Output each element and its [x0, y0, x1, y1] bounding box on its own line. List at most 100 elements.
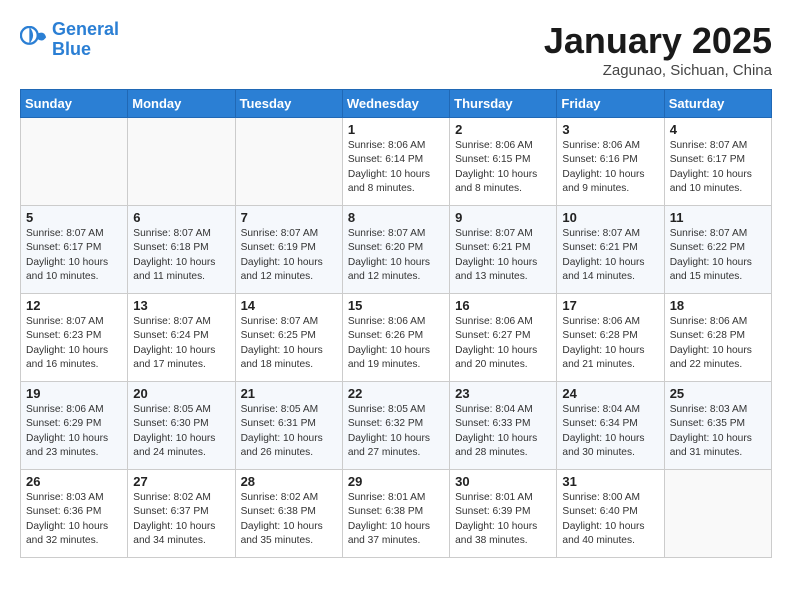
- day-cell-3: 3 Sunrise: 8:06 AM Sunset: 6:16 PM Daylig…: [557, 118, 664, 206]
- day-number: 6: [133, 210, 229, 225]
- day-number: 1: [348, 122, 444, 137]
- day-cell-13: 13Sunrise: 8:07 AM Sunset: 6:24 PM Dayli…: [128, 294, 235, 382]
- week-row-1: 1 Sunrise: 8:06 AM Sunset: 6:14 PM Daylig…: [21, 118, 772, 206]
- calendar-table: SundayMondayTuesdayWednesdayThursdayFrid…: [20, 89, 772, 558]
- day-info: Sunrise: 8:01 AM Sunset: 6:38 PM Dayligh…: [348, 491, 444, 548]
- day-cell-2: 2 Sunrise: 8:06 AM Sunset: 6:15 PM Daylig…: [450, 118, 557, 206]
- day-cell-12: 12Sunrise: 8:07 AM Sunset: 6:23 PM Dayli…: [21, 294, 128, 382]
- weekday-header-friday: Friday: [557, 90, 664, 118]
- day-number: 9: [455, 210, 551, 225]
- day-number: 28: [241, 474, 337, 489]
- day-cell-5: 5 Sunrise: 8:07 AM Sunset: 6:17 PM Daylig…: [21, 206, 128, 294]
- day-info: Sunrise: 8:06 AM Sunset: 6:14 PM Dayligh…: [348, 139, 444, 196]
- weekday-header-thursday: Thursday: [450, 90, 557, 118]
- day-number: 18: [670, 298, 766, 313]
- weekday-header-saturday: Saturday: [664, 90, 771, 118]
- day-number: 29: [348, 474, 444, 489]
- day-number: 20: [133, 386, 229, 401]
- day-cell-31: 31 Sunrise: 8:00 AM Sunset: 6:40 PM Dayli…: [557, 470, 664, 558]
- day-number: 24: [562, 386, 658, 401]
- day-number: 25: [670, 386, 766, 401]
- day-number: 3: [562, 122, 658, 137]
- day-cell-26: 26 Sunrise: 8:03 AM Sunset: 6:36 PM Dayli…: [21, 470, 128, 558]
- day-info: Sunrise: 8:07 AM Sunset: 6:17 PM Dayligh…: [26, 227, 122, 284]
- day-number: 2: [455, 122, 551, 137]
- day-info: Sunrise: 8:06 AM Sunset: 6:29 PM Dayligh…: [26, 403, 122, 460]
- day-info: Sunrise: 8:05 AM Sunset: 6:31 PM Dayligh…: [241, 403, 337, 460]
- day-cell-30: 30 Sunrise: 8:01 AM Sunset: 6:39 PM Dayli…: [450, 470, 557, 558]
- day-number: 4: [670, 122, 766, 137]
- day-cell-24: 24 Sunrise: 8:04 AM Sunset: 6:34 PM Dayli…: [557, 382, 664, 470]
- day-cell-4: 4 Sunrise: 8:07 AM Sunset: 6:17 PM Daylig…: [664, 118, 771, 206]
- day-info: Sunrise: 8:05 AM Sunset: 6:30 PM Dayligh…: [133, 403, 229, 460]
- day-number: 17: [562, 298, 658, 313]
- day-number: 22: [348, 386, 444, 401]
- empty-cell: [235, 118, 342, 206]
- day-info: Sunrise: 8:02 AM Sunset: 6:37 PM Dayligh…: [133, 491, 229, 548]
- day-number: 30: [455, 474, 551, 489]
- day-number: 21: [241, 386, 337, 401]
- day-cell-27: 27Sunrise: 8:02 AM Sunset: 6:37 PM Dayli…: [128, 470, 235, 558]
- day-info: Sunrise: 8:07 AM Sunset: 6:18 PM Dayligh…: [133, 227, 229, 284]
- weekday-header-wednesday: Wednesday: [342, 90, 449, 118]
- logo-icon: [20, 26, 48, 54]
- day-cell-20: 20 Sunrise: 8:05 AM Sunset: 6:30 PM Dayli…: [128, 382, 235, 470]
- day-number: 23: [455, 386, 551, 401]
- day-info: Sunrise: 8:07 AM Sunset: 6:17 PM Dayligh…: [670, 139, 766, 196]
- week-row-2: 5 Sunrise: 8:07 AM Sunset: 6:17 PM Daylig…: [21, 206, 772, 294]
- day-info: Sunrise: 8:07 AM Sunset: 6:20 PM Dayligh…: [348, 227, 444, 284]
- day-info: Sunrise: 8:04 AM Sunset: 6:34 PM Dayligh…: [562, 403, 658, 460]
- day-info: Sunrise: 8:05 AM Sunset: 6:32 PM Dayligh…: [348, 403, 444, 460]
- day-cell-15: 15Sunrise: 8:06 AM Sunset: 6:26 PM Dayli…: [342, 294, 449, 382]
- day-cell-21: 21 Sunrise: 8:05 AM Sunset: 6:31 PM Dayli…: [235, 382, 342, 470]
- day-number: 14: [241, 298, 337, 313]
- day-cell-7: 7 Sunrise: 8:07 AM Sunset: 6:19 PM Daylig…: [235, 206, 342, 294]
- day-number: 8: [348, 210, 444, 225]
- day-info: Sunrise: 8:00 AM Sunset: 6:40 PM Dayligh…: [562, 491, 658, 548]
- day-info: Sunrise: 8:06 AM Sunset: 6:15 PM Dayligh…: [455, 139, 551, 196]
- day-cell-23: 23Sunrise: 8:04 AM Sunset: 6:33 PM Dayli…: [450, 382, 557, 470]
- weekday-header-sunday: Sunday: [21, 90, 128, 118]
- day-cell-29: 29 Sunrise: 8:01 AM Sunset: 6:38 PM Dayli…: [342, 470, 449, 558]
- title-block: January 2025 Zagunao, Sichuan, China: [544, 20, 772, 79]
- week-row-5: 26 Sunrise: 8:03 AM Sunset: 6:36 PM Dayli…: [21, 470, 772, 558]
- logo-text: General Blue: [52, 20, 119, 60]
- day-cell-22: 22 Sunrise: 8:05 AM Sunset: 6:32 PM Dayli…: [342, 382, 449, 470]
- day-number: 31: [562, 474, 658, 489]
- day-info: Sunrise: 8:07 AM Sunset: 6:23 PM Dayligh…: [26, 315, 122, 372]
- weekday-header-tuesday: Tuesday: [235, 90, 342, 118]
- day-cell-18: 18Sunrise: 8:06 AM Sunset: 6:28 PM Dayli…: [664, 294, 771, 382]
- day-info: Sunrise: 8:06 AM Sunset: 6:27 PM Dayligh…: [455, 315, 551, 372]
- day-number: 10: [562, 210, 658, 225]
- location-subtitle: Zagunao, Sichuan, China: [544, 62, 772, 79]
- day-number: 5: [26, 210, 122, 225]
- day-info: Sunrise: 8:01 AM Sunset: 6:39 PM Dayligh…: [455, 491, 551, 548]
- day-info: Sunrise: 8:02 AM Sunset: 6:38 PM Dayligh…: [241, 491, 337, 548]
- day-cell-8: 8 Sunrise: 8:07 AM Sunset: 6:20 PM Daylig…: [342, 206, 449, 294]
- day-number: 16: [455, 298, 551, 313]
- day-cell-16: 16 Sunrise: 8:06 AM Sunset: 6:27 PM Dayli…: [450, 294, 557, 382]
- empty-cell: [21, 118, 128, 206]
- day-cell-28: 28 Sunrise: 8:02 AM Sunset: 6:38 PM Dayli…: [235, 470, 342, 558]
- day-number: 7: [241, 210, 337, 225]
- day-cell-6: 6 Sunrise: 8:07 AM Sunset: 6:18 PM Daylig…: [128, 206, 235, 294]
- day-info: Sunrise: 8:07 AM Sunset: 6:21 PM Dayligh…: [562, 227, 658, 284]
- day-info: Sunrise: 8:07 AM Sunset: 6:21 PM Dayligh…: [455, 227, 551, 284]
- day-number: 26: [26, 474, 122, 489]
- day-info: Sunrise: 8:06 AM Sunset: 6:28 PM Dayligh…: [562, 315, 658, 372]
- weekday-header-row: SundayMondayTuesdayWednesdayThursdayFrid…: [21, 90, 772, 118]
- day-number: 15: [348, 298, 444, 313]
- empty-cell: [664, 470, 771, 558]
- week-row-3: 12Sunrise: 8:07 AM Sunset: 6:23 PM Dayli…: [21, 294, 772, 382]
- day-info: Sunrise: 8:06 AM Sunset: 6:16 PM Dayligh…: [562, 139, 658, 196]
- weekday-header-monday: Monday: [128, 90, 235, 118]
- day-info: Sunrise: 8:03 AM Sunset: 6:36 PM Dayligh…: [26, 491, 122, 548]
- day-info: Sunrise: 8:07 AM Sunset: 6:19 PM Dayligh…: [241, 227, 337, 284]
- day-cell-1: 1 Sunrise: 8:06 AM Sunset: 6:14 PM Daylig…: [342, 118, 449, 206]
- day-cell-9: 9 Sunrise: 8:07 AM Sunset: 6:21 PM Daylig…: [450, 206, 557, 294]
- day-info: Sunrise: 8:07 AM Sunset: 6:25 PM Dayligh…: [241, 315, 337, 372]
- empty-cell: [128, 118, 235, 206]
- day-info: Sunrise: 8:03 AM Sunset: 6:35 PM Dayligh…: [670, 403, 766, 460]
- day-cell-19: 19Sunrise: 8:06 AM Sunset: 6:29 PM Dayli…: [21, 382, 128, 470]
- day-cell-10: 10 Sunrise: 8:07 AM Sunset: 6:21 PM Dayli…: [557, 206, 664, 294]
